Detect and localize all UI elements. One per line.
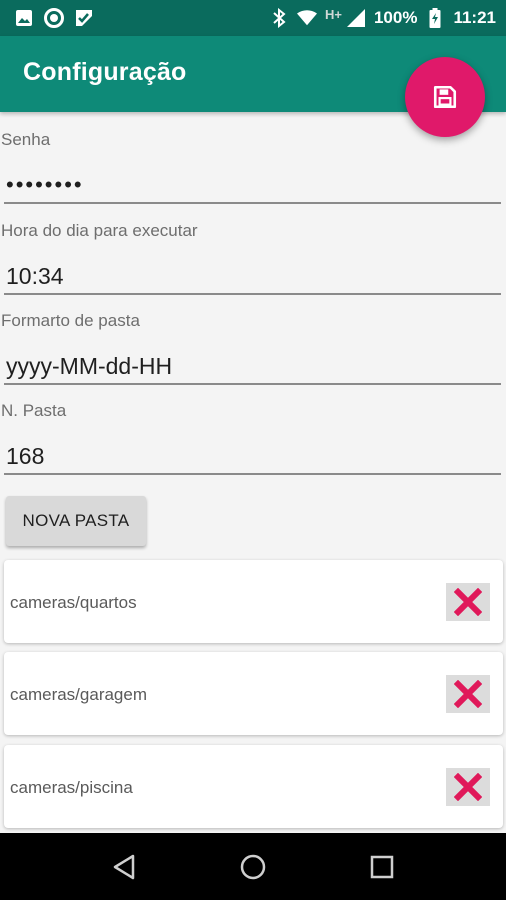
list-item: cameras/piscina bbox=[4, 745, 503, 828]
nova-pasta-button[interactable]: NOVA PASTA bbox=[6, 496, 146, 546]
recents-button[interactable] bbox=[362, 847, 402, 887]
status-bar-left bbox=[14, 8, 94, 28]
network-type: H+ bbox=[324, 6, 342, 22]
n-pasta-label: N. Pasta bbox=[1, 401, 67, 420]
hora-input[interactable]: 10:34 bbox=[6, 263, 496, 290]
n-pasta-input[interactable]: 168 bbox=[6, 443, 496, 470]
status-bar: H+ 100% 11:21 bbox=[0, 0, 506, 36]
circle-app-icon bbox=[44, 8, 64, 28]
n-pasta-underline bbox=[4, 473, 501, 475]
close-icon bbox=[454, 588, 482, 616]
folder-path: cameras/garagem bbox=[10, 685, 148, 704]
formato-underline bbox=[4, 383, 501, 385]
folder-path: cameras/piscina bbox=[10, 778, 133, 797]
wifi-icon bbox=[296, 8, 317, 28]
hora-label: Hora do dia para executar bbox=[1, 221, 198, 240]
delete-folder-button[interactable] bbox=[446, 768, 490, 806]
senha-label: Senha bbox=[1, 130, 51, 149]
hora-underline bbox=[4, 293, 501, 295]
formato-label: Formarto de pasta bbox=[1, 311, 140, 330]
back-button[interactable] bbox=[104, 847, 144, 887]
home-icon bbox=[239, 853, 267, 881]
list-item: cameras/quartos bbox=[4, 560, 503, 643]
check-app-icon bbox=[74, 8, 94, 28]
close-icon bbox=[454, 680, 482, 708]
delete-folder-button[interactable] bbox=[446, 583, 490, 621]
battery-percent: 100% bbox=[373, 8, 418, 27]
list-item: cameras/garagem bbox=[4, 652, 503, 735]
recents-icon bbox=[369, 854, 395, 880]
bluetooth-icon bbox=[269, 8, 289, 28]
senha-input[interactable]: •••••••• bbox=[6, 172, 496, 198]
save-icon bbox=[432, 84, 458, 110]
save-button[interactable] bbox=[405, 57, 485, 137]
battery-icon bbox=[425, 8, 445, 28]
signal-icon bbox=[346, 8, 366, 28]
image-icon bbox=[14, 8, 34, 28]
clock: 11:21 bbox=[453, 8, 496, 27]
close-icon bbox=[454, 773, 482, 801]
senha-underline bbox=[4, 202, 501, 204]
navigation-bar bbox=[0, 833, 506, 900]
formato-input[interactable]: yyyy-MM-dd-HH bbox=[6, 353, 496, 380]
page-title: Configuração bbox=[23, 58, 187, 86]
home-button[interactable] bbox=[233, 847, 273, 887]
folder-path: cameras/quartos bbox=[10, 593, 137, 612]
back-icon bbox=[111, 853, 137, 881]
status-bar-right: H+ 100% 11:21 bbox=[269, 6, 496, 28]
delete-folder-button[interactable] bbox=[446, 675, 490, 713]
